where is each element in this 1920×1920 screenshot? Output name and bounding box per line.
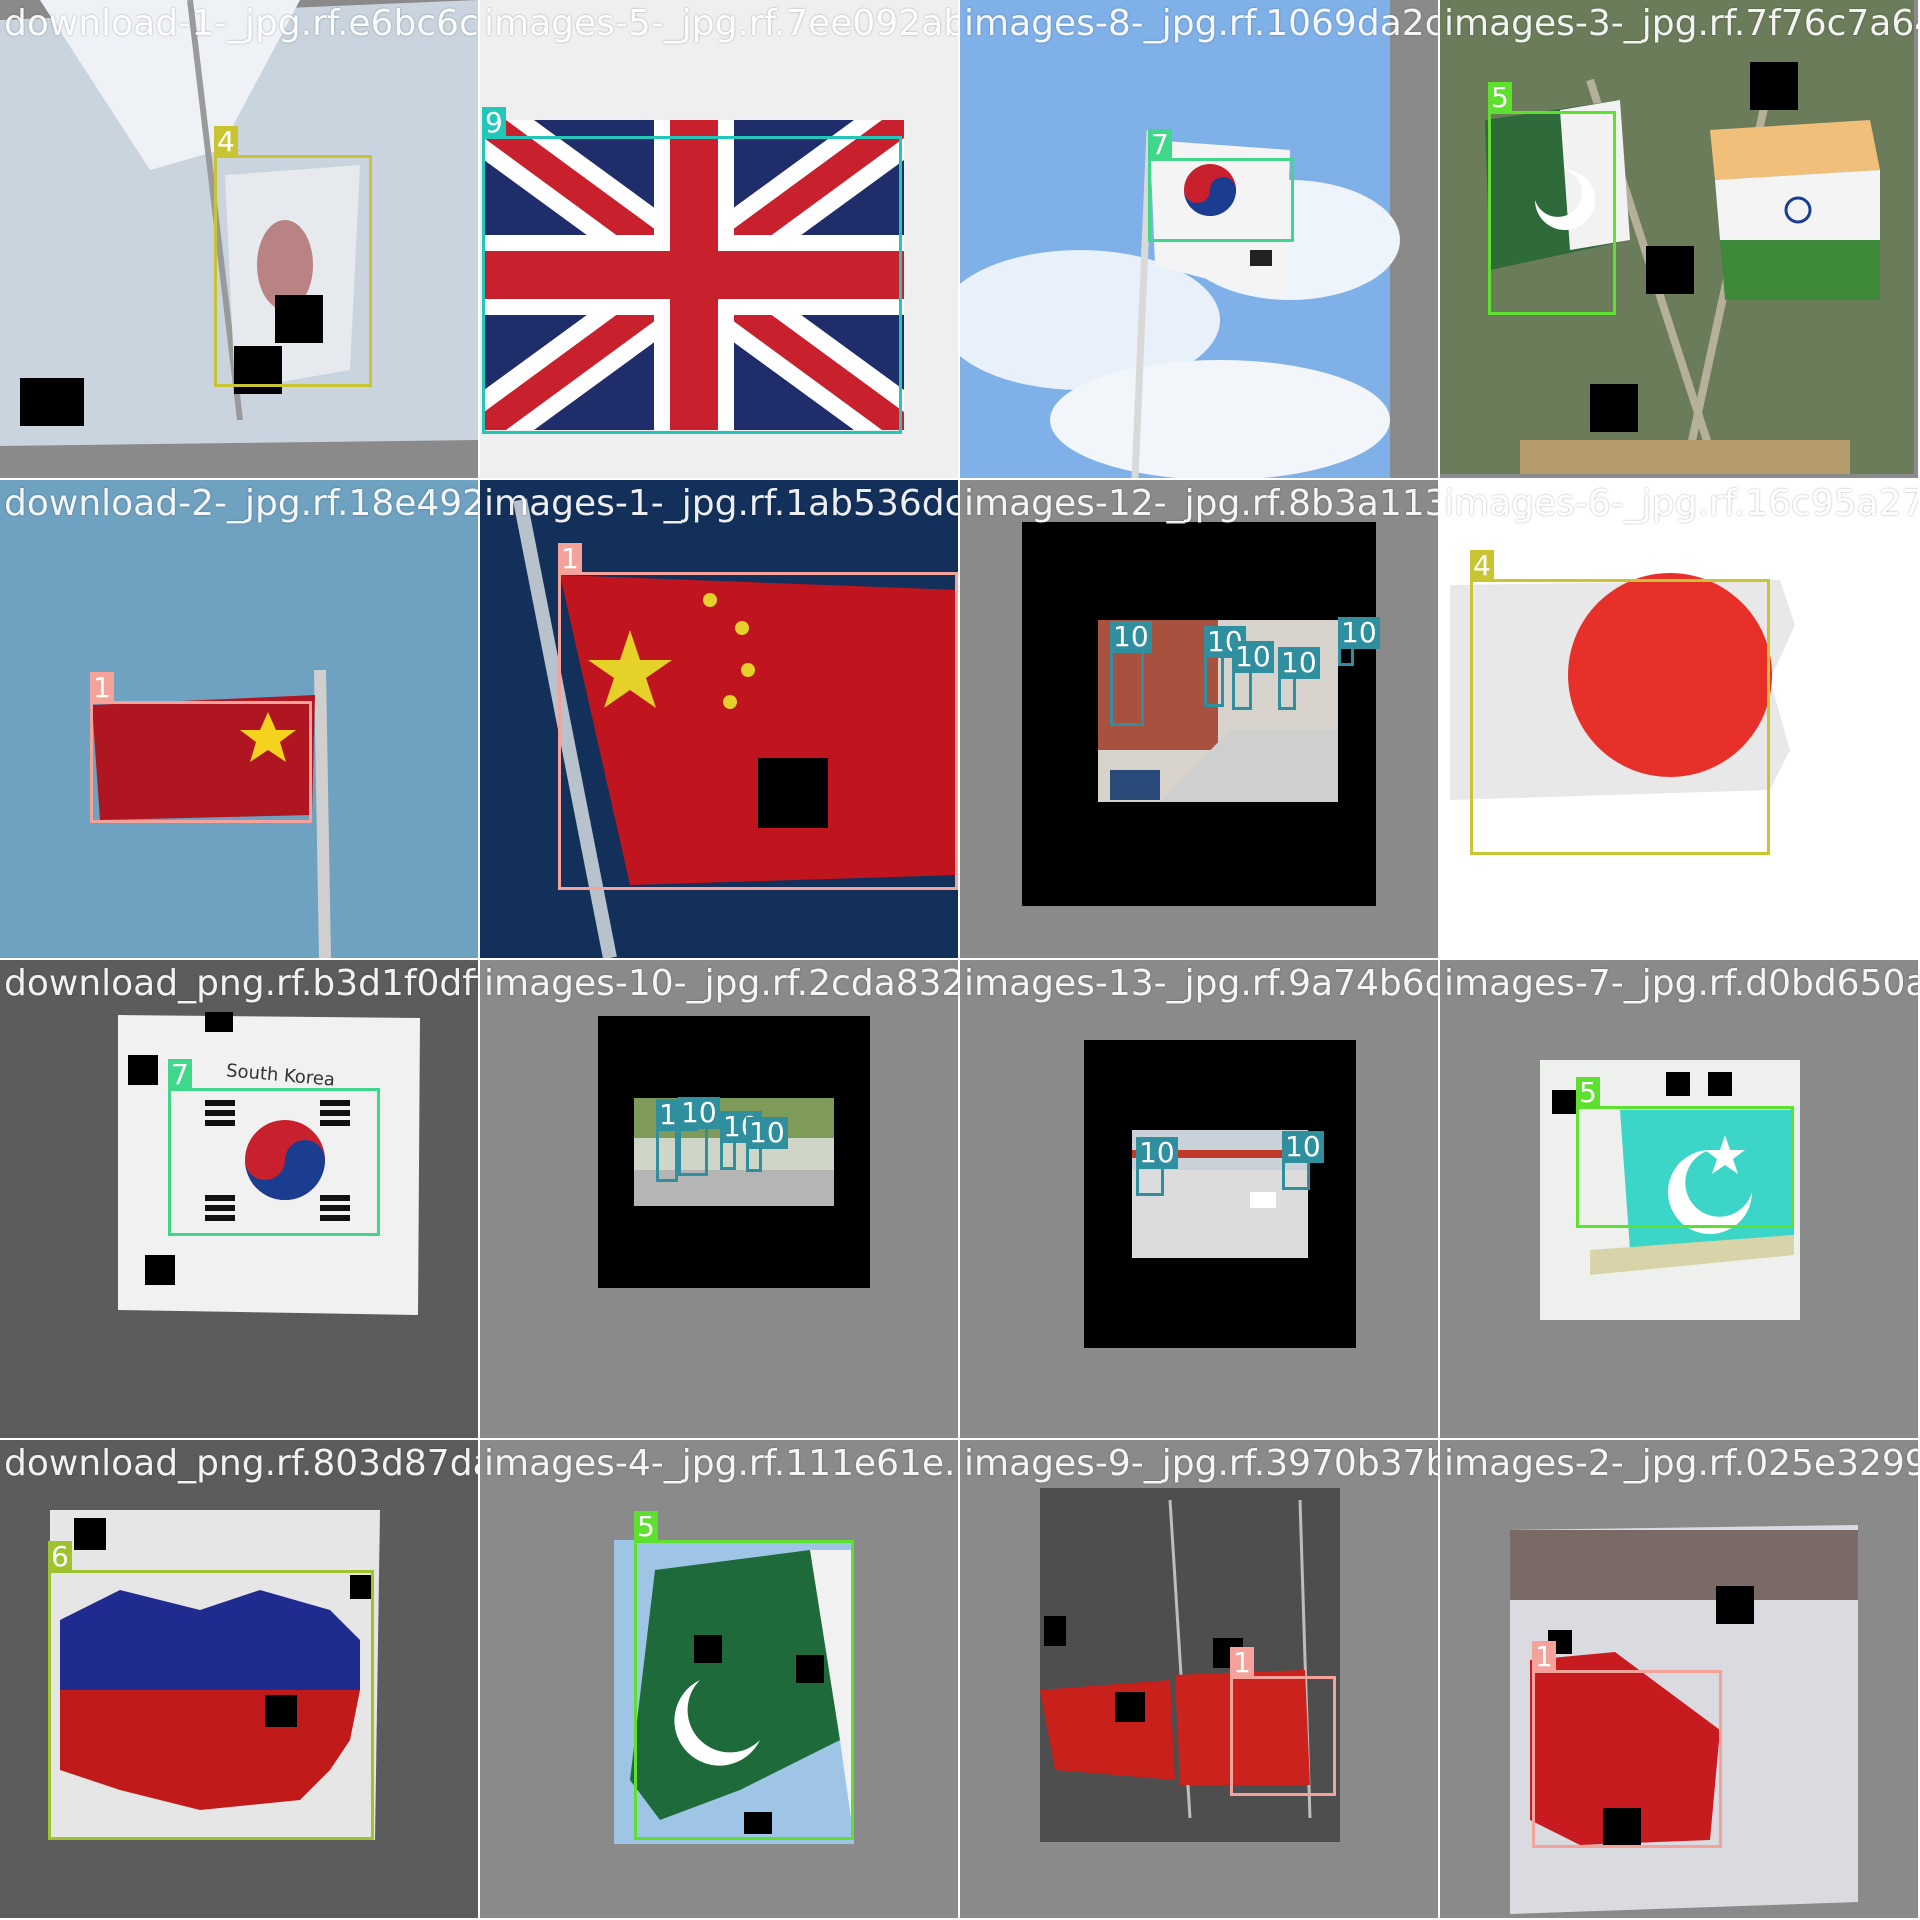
- class-label: 7: [168, 1059, 192, 1091]
- mosaic-tile[interactable]: 1 images-9-_jpg.rf.3970b37b...: [960, 1440, 1438, 1918]
- detection-box: 9: [482, 107, 902, 434]
- mosaic-tile[interactable]: 9 images-5-_jpg.rf.7ee092abf09f...: [480, 0, 958, 478]
- mosaic-tile[interactable]: 5 images-3-_jpg.rf.7f76c7a64: [1440, 0, 1918, 478]
- class-label: 10: [1338, 617, 1380, 649]
- detection-box: 1: [1230, 1647, 1336, 1796]
- class-label: 6: [48, 1541, 72, 1573]
- class-label: 10: [1136, 1137, 1178, 1169]
- class-label: 5: [634, 1511, 658, 1543]
- class-label: 10: [1232, 641, 1274, 673]
- class-label: 5: [1488, 82, 1512, 114]
- tile-image: [960, 480, 1438, 958]
- detection-box: 1: [558, 543, 958, 890]
- class-label: 1: [1230, 1647, 1254, 1679]
- detection-box: 5: [634, 1511, 854, 1840]
- class-label: 10: [1110, 621, 1152, 653]
- mosaic-tile[interactable]: South Korea 7 download_png.rf.b3d1f0dffb…: [0, 960, 478, 1438]
- detection-box: 7: [168, 1059, 380, 1236]
- mosaic-tile[interactable]: 1 images-1-_jpg.rf.1ab536dc...: [480, 480, 958, 958]
- class-label: 4: [214, 126, 238, 158]
- mosaic-grid: 4 download-1-_jpg.rf.e6bc6cb... 9 images…: [0, 0, 1920, 1920]
- class-label: 10: [1282, 1131, 1324, 1163]
- mosaic-tile[interactable]: 7 images-8-_jpg.rf.1069da2c5b...: [960, 0, 1438, 478]
- detection-box: 10: [746, 1117, 788, 1172]
- class-label: 10: [678, 1097, 720, 1129]
- tile-image: [960, 1440, 1438, 1918]
- mosaic-tile[interactable]: 10 10 images-13-_jpg.rf.9a74b6d5...: [960, 960, 1438, 1438]
- tile-image: [960, 960, 1438, 1438]
- mosaic-tile[interactable]: 4 download-1-_jpg.rf.e6bc6cb...: [0, 0, 478, 478]
- mosaic-tile[interactable]: 1 images-2-_jpg.rf.025e3299: [1440, 1440, 1918, 1918]
- detection-box: 6: [48, 1541, 374, 1840]
- detection-box: 10: [656, 1099, 698, 1182]
- detection-box: 7: [1148, 129, 1294, 242]
- mosaic-tile[interactable]: 5 images-7-_jpg.rf.d0bd650a: [1440, 960, 1918, 1438]
- detection-box: 4: [214, 126, 372, 387]
- tile-image: [480, 960, 958, 1438]
- detection-box: 1: [90, 672, 312, 823]
- detection-box: 10: [1278, 647, 1320, 710]
- detection-box: 10: [1232, 641, 1274, 710]
- detection-box: 10: [678, 1097, 720, 1176]
- class-label: 1: [558, 543, 582, 575]
- class-label: 1: [1532, 1641, 1556, 1673]
- detection-box: 4: [1470, 550, 1770, 855]
- class-label: 1: [90, 672, 114, 704]
- detection-box: 10: [1338, 617, 1380, 666]
- class-label: 9: [482, 107, 506, 139]
- detection-box: 10: [1136, 1137, 1178, 1196]
- detection-box: 5: [1488, 82, 1616, 315]
- mosaic-tile[interactable]: 1 download-2-_jpg.rf.18e492fe...: [0, 480, 478, 958]
- detection-box: 5: [1576, 1077, 1794, 1228]
- class-label: 7: [1148, 129, 1172, 161]
- mosaic-tile[interactable]: 10 10 10 10 10 images-12-_jpg.rf.8b3a113…: [960, 480, 1438, 958]
- mosaic-tile[interactable]: 6 download_png.rf.803d87da0...: [0, 1440, 478, 1918]
- detection-box: 1: [1532, 1641, 1722, 1848]
- class-label: 10: [746, 1117, 788, 1149]
- class-label: 4: [1470, 550, 1494, 582]
- detection-box: 10: [1204, 626, 1246, 707]
- detection-box: 10: [720, 1111, 762, 1170]
- detection-box: 10: [1110, 621, 1152, 726]
- class-label: 5: [1576, 1077, 1600, 1109]
- class-label: 10: [1278, 647, 1320, 679]
- mosaic-tile[interactable]: 4 images-6-_jpg.rf.16c95a278: [1440, 480, 1918, 958]
- mosaic-tile[interactable]: 10 10 10 10 images-10-_jpg.rf.2cda832...: [480, 960, 958, 1438]
- detection-box: 10: [1282, 1131, 1324, 1190]
- mosaic-tile[interactable]: 5 images-4-_jpg.rf.111e61e...: [480, 1440, 958, 1918]
